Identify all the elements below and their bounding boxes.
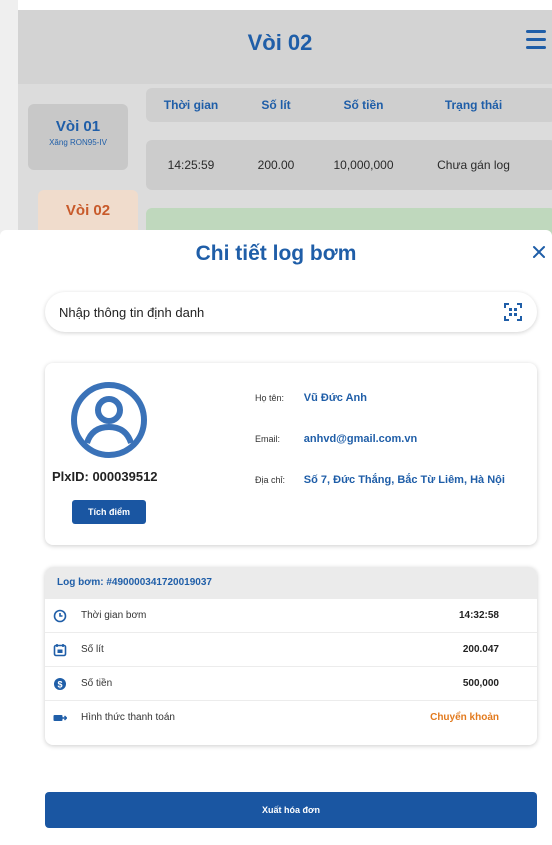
close-icon — [533, 246, 545, 258]
column-header: Thời gian — [163, 98, 219, 112]
export-invoice-button[interactable]: Xuất hóa đơn — [45, 792, 537, 828]
nozzle-name: Vòi 01 — [55, 118, 101, 135]
qr-scan-icon[interactable] — [503, 302, 523, 322]
log-row-time: Thời gian bơm 14:32:58 — [45, 599, 537, 633]
column-header: Số tiền — [343, 98, 384, 112]
identity-input-text: Nhập thông tin định danh — [59, 304, 205, 320]
close-button[interactable] — [532, 242, 548, 262]
log-label: Thời gian bơm — [81, 610, 147, 621]
nozzle-fuel: Xăng RON95-IV — [49, 138, 107, 147]
log-label: Hình thức thanh toán — [81, 712, 175, 723]
name-row: Họ tên: Vũ Đức Anh — [255, 392, 367, 404]
cell-time: 14:25:59 — [167, 158, 215, 172]
nozzle-tab-1[interactable]: Vòi 01 Xăng RON95-IV — [28, 104, 128, 170]
clock-icon — [53, 609, 67, 623]
payment-card-icon — [53, 715, 67, 721]
cell-liters: 200.00 — [257, 158, 295, 172]
email-row: Email: anhvd@gmail.com.vn — [255, 433, 417, 445]
log-value: 14:32:58 — [458, 610, 499, 621]
pump-log-header: Log bơm: #490000341720019037 — [45, 567, 537, 599]
sheet-title: Chi tiết log bơm — [195, 242, 357, 265]
address-label: Địa chỉ: — [255, 475, 286, 485]
avatar-icon — [71, 382, 147, 458]
customer-card: PlxID: 000039512 Tích điểm Họ tên: Vũ Đứ… — [45, 363, 537, 545]
earn-points-button[interactable]: Tích điểm — [72, 500, 146, 524]
customer-name: Vũ Đức Anh — [303, 392, 367, 404]
plx-id: PlxID: 000039512 — [52, 469, 158, 484]
log-detail-sheet: Chi tiết log bơm Nhập thông tin định dan… — [0, 230, 552, 845]
dollar-icon: $ — [54, 678, 66, 690]
menu-icon[interactable] — [526, 30, 546, 49]
name-label: Họ tên: — [255, 393, 285, 403]
log-row-payment: Hình thức thanh toán Chuyển khoản — [45, 701, 537, 735]
cell-amount: 10,000,000 — [333, 158, 394, 172]
address-row: Địa chỉ: Số 7, Đức Thắng, Bắc Từ Liêm, H… — [255, 474, 505, 486]
log-label: Số tiền — [81, 678, 113, 689]
nozzle-name: Vòi 02 — [65, 202, 111, 219]
log-value: 500,000 — [462, 678, 499, 689]
page-title: Vòi 02 — [247, 30, 313, 55]
calendar-icon — [53, 644, 67, 657]
column-header: Trạng thái — [444, 98, 503, 112]
table-row[interactable]: 14:25:59 200.00 10,000,000 Chưa gán log — [146, 140, 552, 190]
log-row-liters: Số lít 200.047 — [45, 633, 537, 667]
identity-input[interactable]: Nhập thông tin định danh — [45, 292, 537, 332]
cell-status: Chưa gán log — [437, 158, 510, 172]
pump-log-card: Log bơm: #490000341720019037 Thời gian b… — [45, 567, 537, 745]
email-label: Email: — [255, 434, 281, 444]
customer-email: anhvd@gmail.com.vn — [303, 433, 418, 445]
log-value: Chuyển khoản — [430, 712, 499, 723]
table-header: Thời gian Số lít Số tiền Trạng thái — [146, 88, 552, 122]
log-row-amount: $ Số tiền 500,000 — [45, 667, 537, 701]
column-header: Số lít — [261, 98, 291, 112]
customer-address: Số 7, Đức Thắng, Bắc Từ Liêm, Hà Nội — [303, 474, 505, 486]
log-label: Số lít — [81, 644, 104, 655]
log-value: 200.047 — [462, 644, 499, 655]
svg-text:$: $ — [57, 680, 62, 690]
